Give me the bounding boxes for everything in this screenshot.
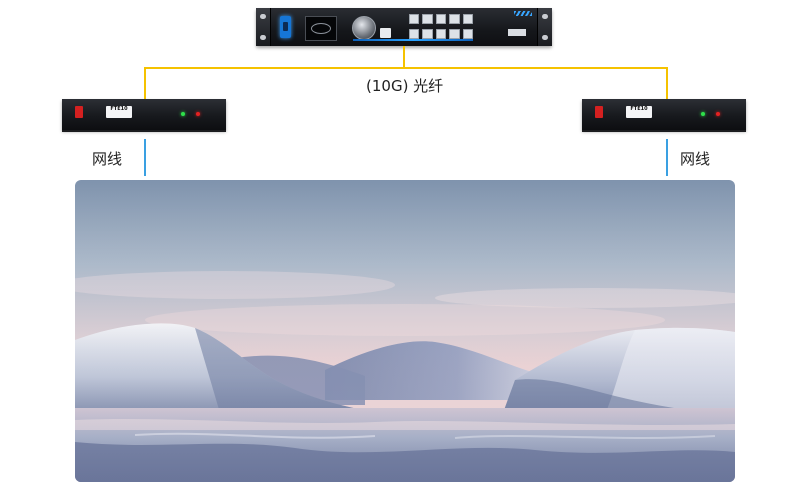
converter-badge: FTE10 [106, 106, 132, 118]
network-line-right [666, 139, 668, 176]
front-panel-buttons [409, 14, 473, 40]
video-controller-icon [256, 8, 552, 46]
status-led-red [716, 112, 720, 116]
rack-ear-right [537, 8, 552, 46]
led-display-wall [75, 180, 735, 482]
rack-ear-left [256, 8, 271, 46]
converter-base-left [62, 130, 226, 132]
fiber-line-right-drop [666, 67, 668, 99]
power-switch-icon [75, 106, 83, 118]
fiber-converter-icon: FTE10 [62, 99, 226, 130]
power-switch-icon [595, 106, 603, 118]
knob-button [380, 28, 391, 38]
blue-accent-strip [353, 39, 473, 41]
fiber-converter-icon: FTE10 [582, 99, 746, 130]
fiber-line-horizontal [144, 67, 668, 69]
power-switch-icon [280, 16, 291, 38]
converter-badge: FTE10 [626, 106, 652, 118]
network-label-left: 网线 [92, 150, 123, 168]
model-plate [508, 29, 526, 36]
fiber-line-left-drop [144, 67, 146, 99]
status-led-green [701, 112, 705, 116]
front-panel-display [305, 16, 337, 41]
fiber-line-vertical-center [403, 46, 405, 68]
converter-base-right [582, 130, 746, 132]
network-line-left [144, 139, 146, 176]
brand-stripes [514, 11, 532, 16]
network-label-right: 网线 [680, 150, 711, 168]
status-led-green [181, 112, 185, 116]
landscape-image [75, 180, 735, 482]
fiber-label: (10G) 光纤 [366, 77, 444, 95]
rotary-knob-icon [352, 16, 376, 40]
status-led-red [196, 112, 200, 116]
